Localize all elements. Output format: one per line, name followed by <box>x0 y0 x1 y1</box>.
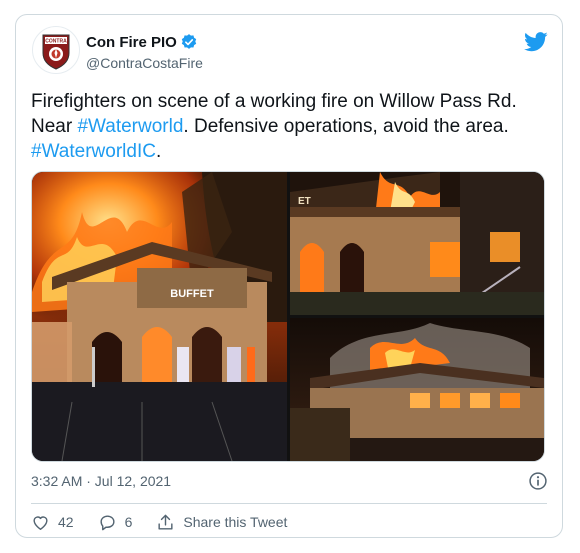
buffet-sign: BUFFET <box>170 288 214 300</box>
action-bar: 42 6 Share this Tweet <box>31 511 311 533</box>
reply-bubble-icon <box>100 514 115 530</box>
photo-building-front[interactable]: BUFFET <box>32 172 287 461</box>
photo-building-smoke[interactable] <box>290 318 544 461</box>
display-name[interactable]: Con Fire PIO <box>86 33 198 51</box>
media-grid: BUFFET ET <box>31 171 545 462</box>
reply-button[interactable]: 6 <box>98 513 133 532</box>
photo2-sign: ET <box>298 196 311 207</box>
twitter-bird-icon[interactable] <box>524 31 548 53</box>
tweet-text-part-2: . Defensive operations, avoid the area. <box>183 116 509 137</box>
fire-department-logo-icon: CONTRA <box>42 34 70 70</box>
share-icon <box>158 514 173 530</box>
tweet-text: Firefighters on scene of a working fire … <box>31 89 551 164</box>
photo-building-side[interactable]: ET <box>290 172 544 315</box>
hashtag-waterworldic[interactable]: #WaterworldIC <box>31 141 156 162</box>
tweet-card: CONTRA Con Fire PIO @ContraCostaFire Fir… <box>15 14 563 538</box>
like-button[interactable]: 42 <box>31 513 74 532</box>
hashtag-waterworld[interactable]: #Waterworld <box>77 116 183 137</box>
info-icon[interactable] <box>528 471 548 491</box>
share-button[interactable]: Share this Tweet <box>156 513 287 532</box>
handle[interactable]: @ContraCostaFire <box>86 55 203 71</box>
heart-icon <box>33 515 48 530</box>
avatar-text-top: CONTRA <box>45 39 67 45</box>
like-count: 42 <box>58 514 74 530</box>
divider <box>31 503 547 504</box>
share-label: Share this Tweet <box>183 514 288 530</box>
reply-count: 6 <box>124 514 133 530</box>
display-name-text: Con Fire PIO <box>86 33 177 51</box>
verified-badge-icon <box>181 34 197 49</box>
timestamp[interactable]: 3:32 AM · Jul 12, 2021 <box>31 473 171 489</box>
avatar[interactable]: CONTRA <box>32 26 80 74</box>
tweet-text-part-3: . <box>155 141 162 162</box>
